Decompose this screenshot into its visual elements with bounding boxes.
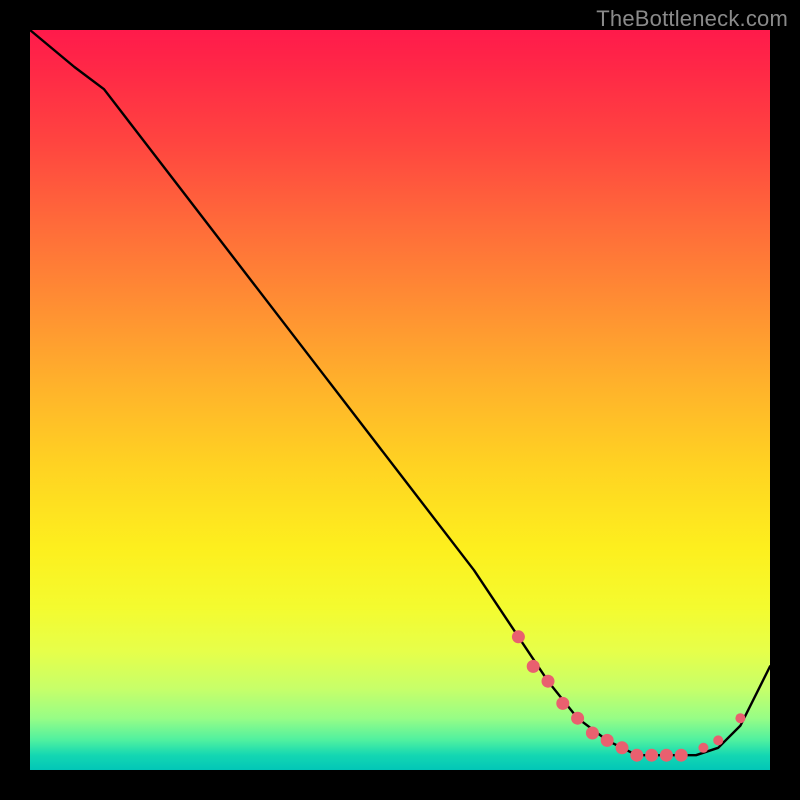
marker-cluster xyxy=(512,630,746,761)
marker-dot xyxy=(556,697,569,710)
marker-dot xyxy=(630,749,643,762)
plot-area xyxy=(30,30,770,770)
marker-dot xyxy=(601,734,614,747)
chart-frame: TheBottleneck.com xyxy=(0,0,800,800)
marker-dot xyxy=(586,727,599,740)
bottleneck-curve xyxy=(30,30,770,755)
marker-dot xyxy=(713,735,723,745)
marker-dot xyxy=(512,630,525,643)
marker-dot xyxy=(527,660,540,673)
marker-dot xyxy=(675,749,688,762)
marker-dot xyxy=(571,712,584,725)
marker-dot xyxy=(660,749,673,762)
marker-dot xyxy=(698,743,708,753)
marker-dot xyxy=(542,675,555,688)
marker-dot xyxy=(735,713,745,723)
marker-dot xyxy=(645,749,658,762)
marker-dot xyxy=(616,741,629,754)
watermark-text: TheBottleneck.com xyxy=(596,6,788,32)
curve-layer xyxy=(30,30,770,770)
